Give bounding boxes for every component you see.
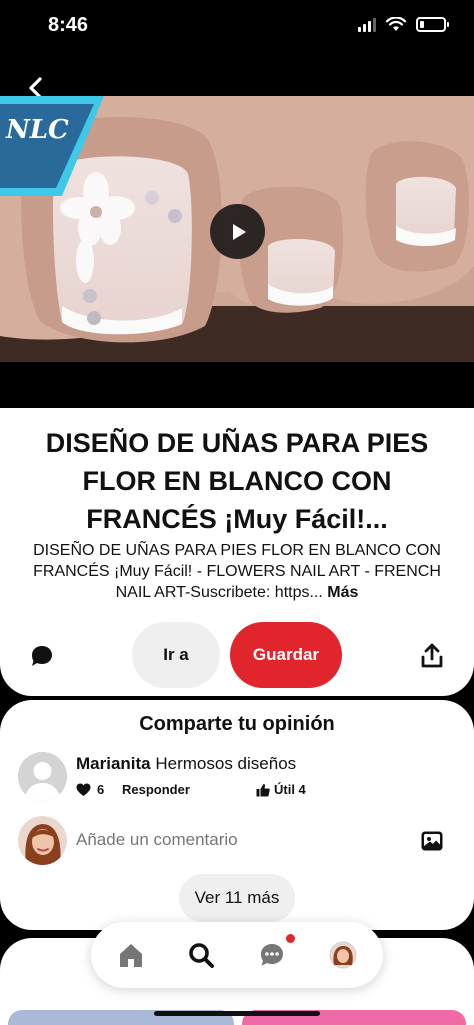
play-button[interactable] [210,204,265,259]
pin-details: DISEÑO DE UÑAS PARA PIES FLOR EN BLANCO … [0,408,474,696]
battery-icon [416,17,449,32]
reply-button[interactable]: Responder [122,782,256,797]
bottom-nav [91,922,383,988]
attach-photo-button[interactable] [421,830,443,852]
play-icon [232,223,246,240]
pin-description-text: DISEÑO DE UÑAS PARA PIES FLOR EN BLANCO … [33,542,441,601]
comment-item: Marianita Hermosos diseños [76,754,296,774]
profile-avatar [329,941,357,969]
search-icon [189,943,214,968]
see-more-comments-button[interactable]: Ver 11 más [179,874,295,922]
more-link[interactable]: Más [327,584,358,601]
comments-section: Comparte tu opinión Marianita Hermosos d… [0,700,474,930]
watermark-logo: NLC [0,96,104,196]
status-icons [358,17,449,32]
image-icon [421,831,443,851]
share-button[interactable] [418,642,446,670]
commenter-avatar[interactable] [18,752,67,801]
nav-messages[interactable] [258,941,286,969]
wifi-icon [386,17,406,31]
nav-home[interactable] [117,941,145,969]
add-comment-input[interactable]: Añade un comentario [76,830,238,850]
pin-title: DISEÑO DE UÑAS PARA PIES FLOR EN BLANCO … [45,428,429,534]
battery-level [420,21,425,28]
status-time: 8:46 [48,14,89,36]
comment-button[interactable] [28,642,56,670]
nav-profile[interactable] [329,941,357,969]
comment-author[interactable]: Marianita [76,754,151,773]
notification-dot [286,934,295,943]
pin-media: NLC [0,56,474,408]
status-bar: 8:46 [0,0,474,56]
comments-heading: Comparte tu opinión [139,713,335,735]
useful-count: Útil 4 [274,782,306,797]
comment-bubble-icon [32,646,52,666]
save-button[interactable]: Guardar [230,622,342,688]
like-button[interactable]: 6 [76,782,122,797]
share-icon [421,643,443,668]
svg-text:NLC: NLC [5,115,69,145]
messages-icon [261,944,283,966]
visit-button[interactable]: Ir a [132,622,220,688]
signal-icon [358,17,376,32]
comment-text: Hermosos diseños [155,754,297,773]
useful-button[interactable]: Útil 4 [256,782,306,797]
nav-search[interactable] [187,941,215,969]
pin-actions: Ir a Guardar [0,622,474,688]
default-avatar-icon [18,752,67,801]
heart-icon [76,783,91,796]
comment-meta: 6 Responder Útil 4 [76,782,306,797]
home-icon [120,944,142,967]
my-avatar[interactable] [18,816,67,865]
thumbs-up-icon [256,783,270,796]
pin-description: DISEÑO DE UÑAS PARA PIES FLOR EN BLANCO … [14,540,460,603]
user-photo [18,816,67,865]
like-count: 6 [97,782,105,797]
home-indicator [154,1011,320,1016]
